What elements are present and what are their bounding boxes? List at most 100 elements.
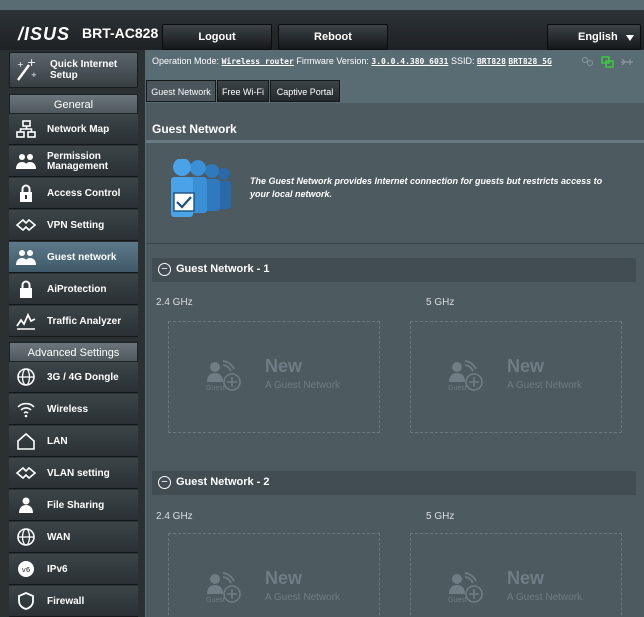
network-map-icon [16, 120, 36, 138]
chevron-down-icon [626, 35, 634, 41]
ssid-5-link[interactable]: BRT828_5G [508, 57, 551, 66]
sidebar-item-lan[interactable]: LAN [9, 426, 138, 457]
sidebar-item-guest-network[interactable]: Guest network [9, 242, 138, 273]
tab-free-wifi[interactable]: Free Wi-Fi [217, 80, 269, 102]
sidebar-item-label: Firewall [47, 586, 135, 617]
band-label-5: 5 GHz [426, 511, 454, 522]
new-title: New [507, 568, 544, 589]
brand-logo: /ISUS [18, 24, 70, 45]
quick-setup-label: Quick Internet Setup [50, 59, 136, 81]
new-guest-network-24-button[interactable]: Guest New A Guest Network [168, 533, 380, 617]
guest-word: Guest [448, 385, 467, 392]
sidebar-item-vlan-setting[interactable]: VLAN setting [9, 458, 138, 489]
file-sharing-icon [16, 496, 36, 514]
ssid-24-link[interactable]: BRT828 [477, 57, 506, 66]
new-guest-network-5-button[interactable]: Guest New A Guest Network [410, 533, 622, 617]
language-select[interactable]: English [547, 24, 641, 50]
sidebar-item-access-control[interactable]: Access Control [9, 178, 138, 209]
sidebar-item-aiprotection[interactable]: AiProtection [9, 274, 138, 305]
wifi-icon [16, 400, 36, 418]
op-mode-link[interactable]: Wireless router [222, 57, 294, 66]
reboot-button[interactable]: Reboot [278, 24, 388, 50]
svg-text:+: + [31, 71, 37, 79]
section-separator [146, 243, 644, 244]
traffic-icon [16, 312, 36, 330]
new-title: New [265, 568, 302, 589]
permission-icon [16, 152, 36, 170]
sidebar-item-wan[interactable]: WAN [9, 522, 138, 553]
op-mode-label: Operation Mode: [152, 56, 219, 66]
add-guest-icon: Guest [447, 572, 487, 604]
svg-text:+: + [17, 60, 24, 69]
collapse-icon[interactable]: − [158, 263, 171, 276]
quick-internet-setup-button[interactable]: + + + Quick Internet Setup [9, 52, 138, 88]
sidebar-item-label: AiProtection [47, 274, 135, 305]
sidebar-item-label: Permission Management [47, 146, 135, 177]
general-heading: General [9, 94, 138, 114]
wan-globe-icon [16, 528, 36, 546]
advanced-heading: Advanced Settings [9, 342, 138, 362]
sidebar-item-file-sharing[interactable]: File Sharing [9, 490, 138, 521]
sidebar-item-dongle[interactable]: 3G / 4G Dongle [9, 362, 138, 393]
intro-text: The Guest Network provides Internet conn… [250, 175, 610, 201]
new-guest-network-5-button[interactable]: Guest New A Guest Network [410, 321, 622, 433]
add-guest-icon: Guest [205, 360, 245, 392]
group-title: Guest Network - 1 [176, 263, 270, 275]
sidebar-item-label: File Sharing [47, 490, 135, 521]
globe-icon [16, 368, 36, 386]
sidebar-item-label: Access Control [47, 178, 135, 209]
collapse-icon[interactable]: − [158, 476, 171, 489]
sidebar-item-network-map[interactable]: Network Map [9, 114, 138, 145]
sidebar-item-label: WAN [47, 522, 135, 553]
status-line: Operation Mode: Wireless router Firmware… [152, 54, 640, 74]
sidebar-item-label: VLAN setting [47, 458, 135, 489]
tab-captive-portal[interactable]: Captive Portal [270, 80, 340, 102]
router-admin-window: /ISUS BRT-AC828 Logout Reboot English + … [0, 0, 644, 617]
sidebar-item-wireless[interactable]: Wireless [9, 394, 138, 425]
new-title: New [507, 356, 544, 377]
new-subtitle: A Guest Network [265, 592, 340, 603]
sidebar-item-label: IPv6 [47, 554, 135, 585]
guest-word: Guest [206, 385, 225, 392]
sidebar-item-label: LAN [47, 426, 135, 457]
usb-icon [621, 59, 633, 65]
vpn-icon [16, 216, 36, 234]
svg-text:+: + [27, 57, 36, 69]
network-status-icon [602, 57, 613, 67]
sidebar-item-firewall[interactable]: Firewall [9, 586, 138, 617]
guest-group-icon [162, 159, 240, 221]
top-bar: /ISUS BRT-AC828 Logout Reboot English [0, 10, 644, 50]
guest-icon [16, 248, 36, 266]
firmware-link[interactable]: 3.0.0.4.380_6031 [371, 57, 448, 66]
sidebar-item-traffic-analyzer[interactable]: Traffic Analyzer [9, 306, 138, 337]
tab-guest-network[interactable]: Guest Network [146, 80, 216, 102]
main-panel: Guest Network The Guest Network provides… [146, 103, 644, 617]
guest-word: Guest [206, 597, 225, 604]
new-subtitle: A Guest Network [507, 380, 582, 391]
title-divider [146, 140, 644, 143]
guest-word: Guest [448, 597, 467, 604]
svg-text:v6: v6 [22, 566, 31, 574]
magic-wand-icon: + + + [15, 57, 37, 83]
shield-lock-icon [16, 280, 36, 298]
new-guest-network-24-button[interactable]: Guest New A Guest Network [168, 321, 380, 433]
model-name: BRT-AC828 [82, 25, 158, 41]
logout-button[interactable]: Logout [162, 24, 272, 50]
new-title: New [265, 356, 302, 377]
sidebar: + + + Quick Internet Setup General Netwo… [0, 50, 145, 617]
band-label-5: 5 GHz [426, 297, 454, 308]
add-guest-icon: Guest [447, 360, 487, 392]
add-guest-icon: Guest [205, 572, 245, 604]
ipv6-icon: v6 [16, 560, 36, 578]
ssid-label: SSID: [451, 56, 475, 66]
firmware-label: Firmware Version: [296, 56, 369, 66]
vlan-icon [16, 464, 36, 482]
sidebar-item-label: 3G / 4G Dongle [47, 362, 135, 393]
sidebar-item-label: Guest network [47, 242, 135, 273]
new-subtitle: A Guest Network [265, 380, 340, 391]
home-icon [16, 432, 36, 450]
sidebar-item-ipv6[interactable]: v6 IPv6 [9, 554, 138, 585]
lock-icon [16, 184, 36, 202]
sidebar-item-vpn-setting[interactable]: VPN Setting [9, 210, 138, 241]
sidebar-item-permission-management[interactable]: Permission Management [9, 146, 138, 177]
